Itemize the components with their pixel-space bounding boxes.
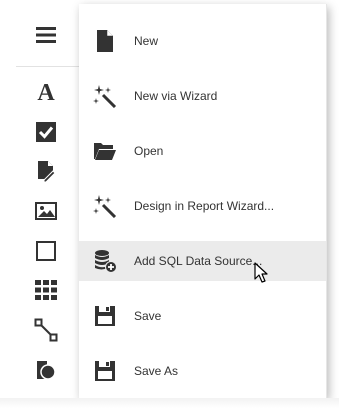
menu-item-label: Save (134, 309, 162, 323)
menu-item-label: Add SQL Data Source... (134, 254, 263, 268)
menu-item-label: Design in Report Wizard... (134, 199, 275, 213)
menu-item-label: New (134, 34, 159, 48)
line-icon (34, 318, 58, 342)
tool-shape[interactable] (27, 353, 65, 387)
menu-item-new[interactable]: New (79, 21, 326, 61)
tool-picture-box[interactable] (27, 194, 65, 228)
toolbox-separator (16, 66, 80, 67)
tool-rich-text[interactable] (27, 154, 65, 188)
panel-icon (36, 241, 56, 261)
shape-icon (37, 361, 56, 380)
toolbox-panel: A (0, 0, 80, 398)
main-menu-panel: New New via Wizard Open Design in Report… (79, 4, 327, 398)
mouse-cursor-icon (254, 262, 268, 283)
label-icon: A (37, 80, 55, 106)
rich-text-icon (38, 161, 56, 182)
table-icon (35, 280, 57, 300)
floppy-disk-icon (92, 303, 118, 329)
page-bottom-edge (0, 398, 339, 408)
tool-checkbox[interactable] (27, 115, 65, 149)
add-data-source-icon (92, 248, 118, 274)
menu-item-label: Open (134, 144, 164, 158)
tool-line[interactable] (27, 313, 65, 347)
wizard-wand-icon (92, 193, 118, 219)
menu-item-save-as[interactable]: Save As (79, 351, 326, 391)
menu-item-open[interactable]: Open (79, 131, 326, 171)
wizard-wand-icon (92, 83, 118, 109)
floppy-disk-icon (92, 358, 118, 384)
checkbox-icon (36, 122, 56, 142)
new-document-icon (92, 28, 118, 54)
tool-panel[interactable] (27, 234, 65, 268)
menu-item-design-in-report-wizard[interactable]: Design in Report Wizard... (79, 186, 326, 226)
menu-item-new-via-wizard[interactable]: New via Wizard (79, 76, 326, 116)
menu-item-save[interactable]: Save (79, 296, 326, 336)
tool-label[interactable]: A (27, 76, 65, 110)
tool-table[interactable] (27, 273, 65, 307)
menu-item-label: Save As (134, 364, 179, 378)
folder-open-icon (92, 138, 118, 164)
hamburger-menu-icon (36, 27, 56, 43)
menu-item-add-sql-data-source[interactable]: Add SQL Data Source... (79, 241, 326, 281)
picture-box-icon (35, 202, 57, 220)
menu-item-label: New via Wizard (134, 89, 218, 103)
hamburger-menu-button[interactable] (27, 18, 65, 52)
